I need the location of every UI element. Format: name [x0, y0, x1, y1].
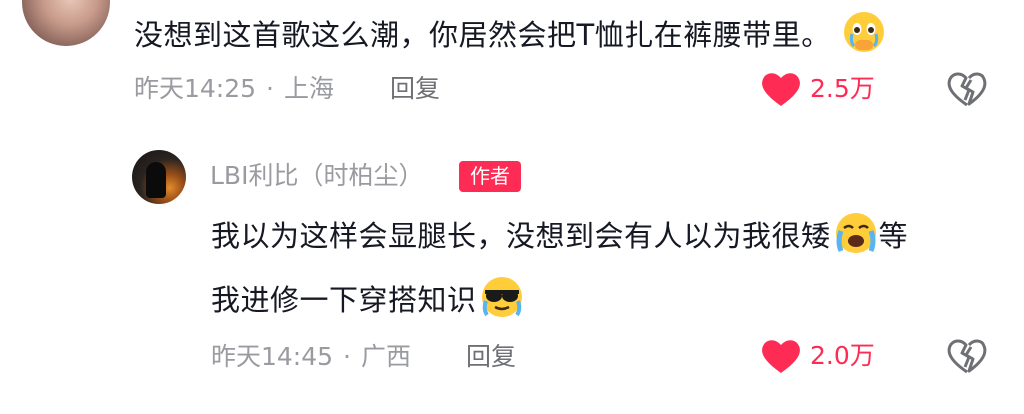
comment-text-tail: 等 [878, 219, 909, 253]
pleading-crying-face-icon [842, 10, 886, 64]
comment-meta: 昨天14:45 · 广西 [211, 341, 411, 373]
comment-text: 我以为这样会显腿长，没想到会有人以为我很矮 [211, 219, 831, 253]
reply-button[interactable]: 回复 [390, 73, 440, 105]
avatar[interactable] [132, 150, 186, 204]
like-count: 2.0万 [810, 341, 875, 370]
comment-body: 没想到这首歌这么潮，你居然会把T恤扎在裤腰带里。 [134, 10, 886, 64]
comment-thread: 没想到这首歌这么潮，你居然会把T恤扎在裤腰带里。 昨天14:25 · 上海 回复 2… [0, 0, 1024, 414]
timestamp: 昨天14:45 [211, 342, 334, 371]
like-button[interactable]: 2.5万 [760, 70, 875, 108]
reply-button[interactable]: 回复 [466, 341, 516, 373]
username[interactable]: LBI利比（时柏尘） [210, 160, 423, 192]
loudly-crying-face-icon [833, 211, 879, 265]
like-button[interactable]: 2.0万 [760, 337, 875, 375]
dislike-button[interactable] [946, 70, 988, 112]
location: 上海 [284, 74, 335, 103]
dislike-button[interactable] [946, 337, 988, 379]
separator: · [266, 74, 274, 103]
avatar[interactable] [22, 0, 110, 46]
location: 广西 [361, 342, 412, 371]
broken-heart-icon [947, 72, 987, 107]
broken-heart-icon [947, 339, 987, 374]
comment-body-line: 我进修一下穿搭知识 [211, 275, 525, 329]
heart-icon [762, 73, 800, 106]
like-count: 2.5万 [810, 74, 875, 103]
timestamp: 昨天14:25 [134, 74, 257, 103]
author-badge: 作者 [459, 161, 521, 192]
comment-body-line: 我以为这样会显腿长，没想到会有人以为我很矮 等 [211, 211, 908, 265]
comment-meta: 昨天14:25 · 上海 [134, 73, 334, 105]
crying-sunglasses-face-icon [479, 275, 525, 329]
separator: · [343, 342, 351, 371]
heart-icon [762, 340, 800, 373]
comment-text: 没想到这首歌这么潮，你居然会把T恤扎在裤腰带里。 [134, 18, 831, 52]
comment-text: 我进修一下穿搭知识 [211, 283, 477, 317]
